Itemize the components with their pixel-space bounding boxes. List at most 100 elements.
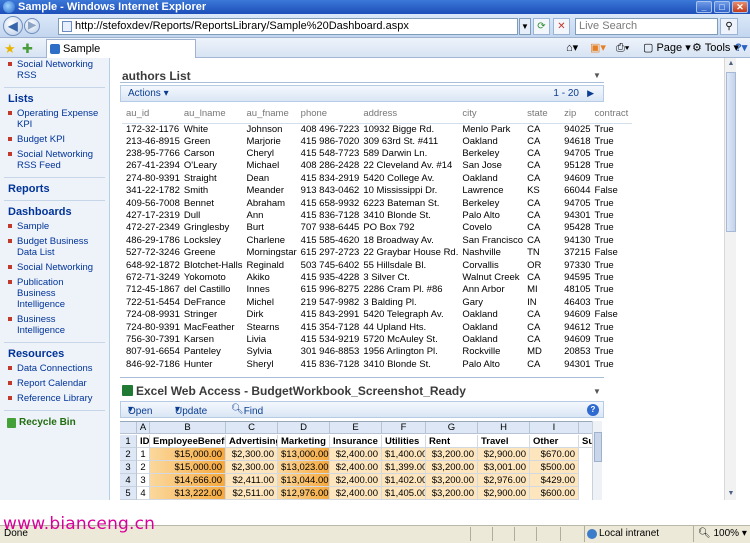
- grid-cell[interactable]: $2,300.00: [226, 448, 278, 461]
- grid-cell[interactable]: $2,300.00: [226, 461, 278, 474]
- grid-cell[interactable]: $13,044.00: [278, 474, 330, 487]
- table-row[interactable]: 527-72-3246 Greene Morningstar 615 297-2723…: [122, 247, 632, 259]
- grid-cell[interactable]: $600.00: [530, 487, 579, 500]
- grid-cell[interactable]: $2,900.00: [478, 448, 530, 461]
- table-row[interactable]: 341-22-1782 Smith Meander 913 843-0462 10 Mi…: [122, 185, 632, 197]
- grid-cell[interactable]: $1,405.00: [382, 487, 426, 500]
- print-icon[interactable]: ⎙▾: [616, 41, 629, 55]
- column-header-phone[interactable]: phone: [296, 105, 360, 124]
- sidebar-item-data-connections[interactable]: Data Connections: [0, 362, 109, 377]
- grid-cell[interactable]: $13,000.00: [278, 448, 330, 461]
- table-row[interactable]: 409-56-7008 Bennet Abraham 415 658-9932 6223…: [122, 197, 632, 209]
- help-icon[interactable]: ?▾: [735, 41, 747, 55]
- sidebar-header-dashboards[interactable]: Dashboards: [0, 204, 109, 220]
- table-row[interactable]: 756-30-7391 Karsen Livia 415 534-9219 5720 M…: [122, 334, 632, 346]
- column-header-au-lname[interactable]: au_lname: [179, 105, 243, 124]
- sidebar-item-bi[interactable]: Business Intelligence: [0, 313, 109, 339]
- grid-cell[interactable]: $12,976.00: [278, 487, 330, 500]
- grid-cell[interactable]: $3,200.00: [426, 448, 478, 461]
- close-button[interactable]: ✕: [732, 1, 748, 13]
- header-cell[interactable]: EmployeeBenefits: [150, 435, 226, 448]
- table-row[interactable]: 712-45-1867 del Castillo Innes 615 996-8275…: [122, 284, 632, 296]
- row-number[interactable]: 3: [120, 461, 137, 474]
- grid-cell[interactable]: $2,400.00: [330, 461, 382, 474]
- authors-list-title[interactable]: authors List: [122, 69, 191, 83]
- grid-cell[interactable]: $2,511.00: [226, 487, 278, 500]
- sidebar-header-reports[interactable]: Reports: [0, 181, 109, 197]
- table-row[interactable]: 846-92-7186 Hunter Sheryl 415 836-7128 3410 …: [122, 359, 632, 371]
- column-letter-C[interactable]: C: [226, 422, 278, 434]
- table-row[interactable]: 722-51-5454 DeFrance Michel 219 547-9982 3 B…: [122, 297, 632, 309]
- table-row[interactable]: 807-91-6654 Panteley Sylvia 301 946-8853 195…: [122, 346, 632, 358]
- table-row[interactable]: 672-71-3249 Yokomoto Akiko 415 935-4228 3 Si…: [122, 272, 632, 284]
- sidebar-item-reference-library[interactable]: Reference Library: [0, 392, 109, 407]
- webpart-menu-icon[interactable]: ▼: [593, 71, 706, 80]
- grid-cell[interactable]: $1,400.00: [382, 448, 426, 461]
- help-icon[interactable]: ?: [587, 404, 599, 416]
- row-number[interactable]: 5: [120, 487, 137, 500]
- security-zone[interactable]: Local intranet: [584, 526, 692, 542]
- refresh-icon[interactable]: ⟳: [533, 18, 550, 35]
- column-letter-G[interactable]: G: [426, 422, 478, 434]
- grid-cell[interactable]: $500.00: [530, 461, 579, 474]
- address-dropdown-button[interactable]: ▼: [519, 18, 531, 35]
- tab-sample[interactable]: Sample: [46, 39, 196, 58]
- sidebar-item-budget-kpi[interactable]: Budget KPI: [0, 133, 109, 148]
- page-scrollbar[interactable]: ▲ ▼: [724, 58, 736, 500]
- table-row[interactable]: 213-46-8915 Green Marjorie 415 986-7020 309 …: [122, 136, 632, 148]
- favorites-star-icon[interactable]: ★: [4, 41, 16, 57]
- search-icon[interactable]: ⚲: [720, 18, 738, 35]
- column-letter-D[interactable]: D: [278, 422, 330, 434]
- forward-button[interactable]: ▶: [24, 18, 40, 34]
- sidebar-item-budget-bdl[interactable]: Budget Business Data List: [0, 235, 109, 261]
- grid-cell[interactable]: $13,222.00: [150, 487, 226, 500]
- corner-cell[interactable]: [120, 422, 137, 434]
- column-letter-H[interactable]: H: [478, 422, 530, 434]
- sidebar-item-publication-bi[interactable]: Publication Business Intelligence: [0, 276, 109, 313]
- sidebar-item-opex-kpi[interactable]: Operating Expense KPI: [0, 107, 109, 133]
- table-row[interactable]: 486-29-1786 Locksley Charlene 415 585-4620 1…: [122, 235, 632, 247]
- grid-cell[interactable]: $3,200.00: [426, 487, 478, 500]
- column-header-state[interactable]: state: [523, 105, 561, 124]
- table-row[interactable]: 427-17-2319 Dull Ann 415 836-7128 3410 Blond…: [122, 210, 632, 222]
- grid-cell[interactable]: $13,023.00: [278, 461, 330, 474]
- actions-menu[interactable]: Actions ▾: [128, 88, 169, 99]
- grid-cell[interactable]: $14,666.00: [150, 474, 226, 487]
- row-number[interactable]: 1: [120, 435, 137, 448]
- grid-cell[interactable]: $2,900.00: [478, 487, 530, 500]
- column-header-au-fname[interactable]: au_fname: [242, 105, 297, 124]
- header-cell[interactable]: ID: [137, 435, 150, 448]
- column-letter-I[interactable]: I: [530, 422, 579, 434]
- table-row[interactable]: 648-92-1872 Blotchet-Halls Reginald 503 745…: [122, 259, 632, 271]
- recycle-bin-link[interactable]: Recycle Bin: [0, 414, 109, 431]
- column-header-address[interactable]: address: [359, 105, 459, 124]
- header-cell[interactable]: Rent: [426, 435, 478, 448]
- back-button[interactable]: ◀: [3, 16, 23, 36]
- column-header-city[interactable]: city: [458, 105, 524, 124]
- grid-cell[interactable]: 3: [137, 474, 150, 487]
- table-row[interactable]: 172-32-1176 White Johnson 408 496-7223 10932…: [122, 123, 632, 136]
- sidebar-header-lists[interactable]: Lists: [0, 91, 109, 107]
- minimize-button[interactable]: _: [696, 1, 712, 13]
- header-cell[interactable]: Marketing: [278, 435, 330, 448]
- column-header-contract[interactable]: contract: [590, 105, 632, 124]
- stop-icon[interactable]: ✕: [553, 18, 570, 35]
- next-page-icon[interactable]: ▶: [587, 88, 594, 99]
- table-row[interactable]: 267-41-2394 O'Leary Michael 408 286-2428 22 …: [122, 160, 632, 172]
- grid-cell[interactable]: 1: [137, 448, 150, 461]
- grid-scrollbar[interactable]: [592, 421, 602, 500]
- page-menu[interactable]: ▢ Page ▾: [643, 41, 691, 55]
- sidebar-item-sample[interactable]: Sample: [0, 220, 109, 235]
- header-cell[interactable]: Utilities: [382, 435, 426, 448]
- row-number[interactable]: 4: [120, 474, 137, 487]
- webpart-menu-icon[interactable]: ▼: [593, 387, 706, 396]
- add-favorites-icon[interactable]: ✚: [22, 41, 33, 57]
- column-letter-B[interactable]: B: [150, 422, 226, 434]
- address-bar[interactable]: http://stefoxdev/Reports/ReportsLibrary/…: [58, 18, 518, 35]
- grid-cell[interactable]: $3,200.00: [426, 461, 478, 474]
- grid-cell[interactable]: $2,411.00: [226, 474, 278, 487]
- grid-scroll-thumb[interactable]: [594, 432, 602, 462]
- sidebar-header-resources[interactable]: Resources: [0, 346, 109, 362]
- grid-cell[interactable]: $3,200.00: [426, 474, 478, 487]
- column-letter-A[interactable]: A: [137, 422, 150, 434]
